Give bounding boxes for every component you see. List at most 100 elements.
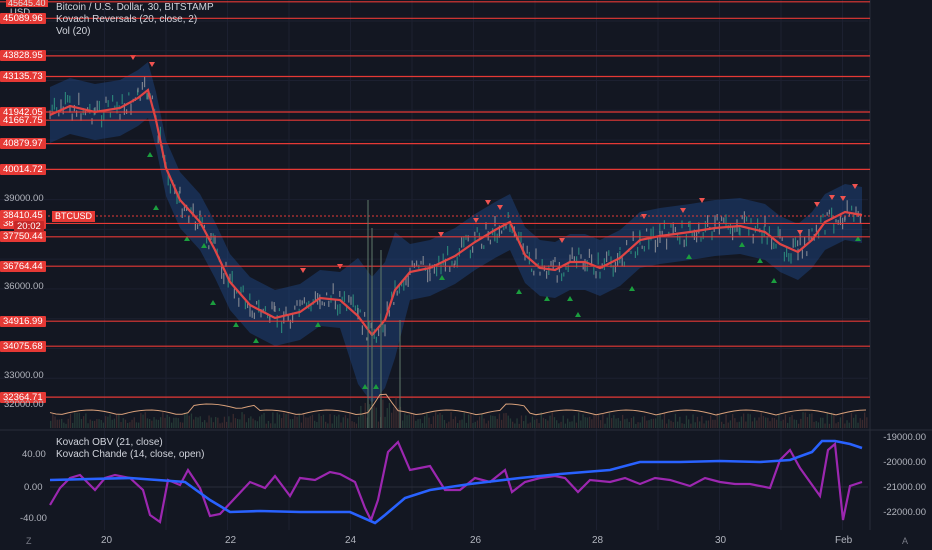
volume-bar: [419, 418, 421, 428]
volume-bar: [307, 417, 309, 428]
volume-bar: [767, 417, 769, 428]
volume-bar: [688, 419, 690, 428]
volume-bar: [468, 414, 470, 428]
symbol-legend[interactable]: Bitcoin / U.S. Dollar, 30, BITSTAMP: [56, 2, 214, 14]
timezone-button[interactable]: Z: [26, 536, 32, 546]
volume-bar: [837, 422, 839, 428]
volume-bar: [177, 418, 179, 428]
volume-bar: [347, 418, 349, 428]
volume-bar: [734, 418, 736, 428]
volume-bar: [237, 418, 239, 428]
volume-bar: [861, 419, 864, 428]
volume-bar: [465, 422, 468, 428]
volume-bar: [116, 414, 118, 428]
volume-bar: [179, 422, 182, 428]
volume-bar: [111, 419, 113, 428]
volume-bar: [738, 421, 740, 428]
volume-bar: [391, 412, 393, 428]
volume-bar: [197, 417, 199, 428]
volume-bar: [223, 416, 226, 428]
volume-bar: [432, 416, 435, 428]
volume-bar: [655, 418, 657, 428]
volume-bar: [232, 413, 234, 428]
volume-bar: [160, 417, 162, 428]
volume-bar: [388, 402, 391, 428]
price-chart[interactable]: [0, 0, 932, 550]
volume-bar: [98, 419, 100, 428]
volume-bar: [765, 417, 767, 428]
volume-bar: [641, 416, 644, 428]
volume-bar: [754, 417, 756, 428]
reversal-up-marker: [233, 322, 239, 327]
auto-scale-button[interactable]: A: [902, 536, 908, 546]
volume-bar: [804, 412, 806, 428]
volume-bar: [208, 415, 210, 428]
volume-bar: [285, 414, 287, 428]
volume-bar: [474, 421, 476, 428]
volume-bar: [604, 423, 606, 428]
volume-bar: [798, 423, 800, 428]
volume-bar: [305, 417, 307, 428]
x-label-26: 26: [470, 535, 482, 546]
volume-bar: [424, 416, 426, 428]
volume-bar: [303, 413, 305, 428]
volume-bar: [674, 413, 677, 428]
volume-bar: [120, 422, 122, 428]
volume-bar: [624, 419, 626, 428]
volume-bar: [402, 420, 404, 428]
volume-bar: [661, 419, 663, 428]
volume-bar: [725, 414, 727, 428]
chande-legend[interactable]: Kovach Chande (14, close, open): [56, 449, 204, 461]
volume-bar: [525, 415, 527, 428]
volume-bar: [384, 416, 386, 428]
volume-bar: [50, 420, 52, 428]
volume-bar: [386, 408, 388, 428]
volume-bar: [331, 423, 333, 428]
volume-bar: [127, 422, 129, 428]
volume-bar: [78, 412, 80, 428]
volume-bar: [283, 412, 285, 428]
reversal-down-marker: [485, 200, 491, 205]
volume-bar: [516, 418, 518, 428]
volume-bar: [683, 423, 685, 428]
volume-bar: [817, 422, 820, 428]
volume-bar: [558, 423, 560, 428]
volume-bar: [85, 413, 87, 428]
volume-bar: [193, 419, 195, 428]
volume-bar: [140, 413, 142, 428]
volume-bar: [864, 412, 866, 428]
volume-bar: [276, 412, 278, 428]
obv-legend[interactable]: Kovach OBV (21, close): [56, 437, 204, 449]
volume-bar: [857, 422, 859, 428]
volume-bar: [267, 420, 270, 428]
volume-bar: [512, 421, 514, 428]
volume-bar: [503, 413, 505, 428]
volume-bar: [560, 421, 562, 428]
volume-bar: [166, 414, 168, 428]
volume-legend[interactable]: Vol (20): [56, 26, 214, 38]
volume-bar: [435, 412, 437, 428]
volume-bar: [613, 415, 615, 428]
volume-bar: [448, 421, 450, 428]
volume-bar: [828, 423, 831, 428]
volume-bar: [815, 421, 817, 428]
reversal-up-marker: [771, 278, 777, 283]
volume-bar: [309, 416, 311, 428]
volume-bar: [329, 414, 331, 428]
volume-bar: [195, 416, 197, 428]
volume-bar: [606, 417, 608, 428]
volume-bar: [298, 413, 300, 428]
ticker-label: BTCUSD: [52, 211, 96, 222]
reversals-legend[interactable]: Kovach Reversals (20, close, 2): [56, 14, 214, 26]
volume-bar: [567, 418, 569, 428]
volume-bar: [289, 419, 292, 428]
volume-bar: [142, 414, 144, 428]
volume-bar: [113, 418, 116, 428]
volume-bar: [806, 416, 809, 428]
volume-bar: [751, 421, 754, 428]
reversal-up-marker: [147, 152, 153, 157]
countdown-tag: 20:02: [14, 221, 44, 232]
volume-bar: [507, 415, 509, 428]
volume-bar: [593, 414, 595, 428]
volume-bar: [833, 413, 835, 428]
